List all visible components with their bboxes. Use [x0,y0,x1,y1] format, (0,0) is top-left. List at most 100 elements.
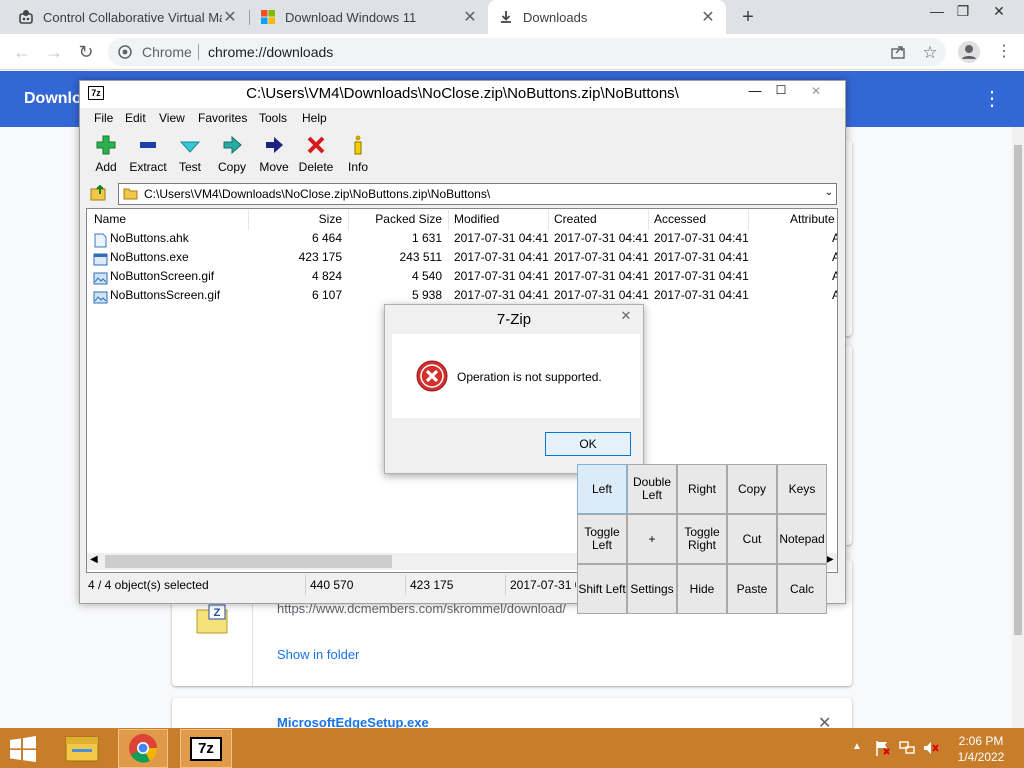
keypad-plus-button[interactable]: + [627,514,677,564]
column-size[interactable]: Size [248,212,342,226]
tab-title: Control Collaborative Virtual Ma [43,9,222,25]
windows-start-icon[interactable] [8,736,38,762]
menu-tools[interactable]: Tools [259,111,287,125]
share-icon[interactable] [890,44,906,60]
omnibox-url[interactable]: chrome://downloads [208,44,333,60]
file-packed-size: 1 631 [411,231,442,245]
sevenzip-maximize-button[interactable]: ☐ [774,83,788,97]
menu-file[interactable]: File [94,111,113,125]
test-button[interactable]: Test [170,134,210,174]
file-created: 2017-07-31 04:41 [554,250,649,264]
menu-edit[interactable]: Edit [125,111,146,125]
info-icon [338,134,378,156]
file-name: NoButtonsScreen.gif [110,288,221,302]
add-button[interactable]: Add [86,134,126,174]
image-file-icon [93,290,108,305]
windows-logo-icon [260,9,276,25]
column-created[interactable]: Created [554,212,597,226]
chevron-down-icon[interactable]: ⌄ [823,187,835,201]
delete-button[interactable]: Delete [296,134,336,174]
profile-avatar-icon[interactable] [958,41,980,63]
address-text: C:\Users\VM4\Downloads\NoClose.zip\NoBut… [144,187,491,201]
column-accessed[interactable]: Accessed [654,212,706,226]
file-created: 2017-07-31 04:41 [554,269,649,283]
folder-icon [123,186,138,200]
menu-view[interactable]: View [159,111,185,125]
file-size: 423 175 [298,250,342,264]
7zip-icon[interactable]: 7z [180,729,232,768]
tab-downloads[interactable]: Downloads ✕ [488,0,726,34]
tab-download-windows[interactable]: Download Windows 11 ✕ [250,0,488,34]
text-file-icon [93,233,108,248]
sevenzip-close-button[interactable]: ✕ [796,82,836,100]
volume-muted-icon[interactable] [922,740,940,756]
keypad-right-button[interactable]: Right [677,464,727,514]
copy-button[interactable]: Copy [212,134,252,174]
svg-text:Z: Z [214,607,221,619]
column-attribute[interactable]: Attribute [790,212,836,226]
keypad-calc-button[interactable]: Calc [777,564,827,614]
file-explorer-icon[interactable] [58,729,106,768]
new-tab-button[interactable]: + [737,6,759,28]
keypad-notepad-button[interactable]: Notepad [777,514,827,564]
tab-control-collaborative[interactable]: Control Collaborative Virtual Ma ✕ [8,0,248,34]
folder-up-icon[interactable] [90,185,108,201]
menu-help[interactable]: Help [302,111,327,125]
chrome-menu-icon[interactable]: ⋮ [996,42,1012,62]
extract-button[interactable]: Extract [128,134,168,174]
chrome-icon[interactable] [118,729,168,768]
table-row[interactable]: NoButtons.exe 423 175 243 511 2017-07-31… [87,250,837,269]
keypad-toggle-right-button[interactable]: Toggle Right [677,514,727,564]
test-label: Test [178,160,201,174]
show-hidden-icons-icon[interactable]: ▲ [852,741,862,752]
keypad-paste-button[interactable]: Paste [727,564,777,614]
action-center-flag-icon[interactable] [874,740,890,756]
horizontal-scrollbar-thumb[interactable] [105,555,392,568]
dialog-close-button[interactable]: ✕ [612,306,640,326]
keypad-double-left-button[interactable]: Double Left [627,464,677,514]
network-icon[interactable] [898,740,916,756]
forward-arrow-icon[interactable]: → [44,42,64,62]
back-arrow-icon[interactable]: ← [12,42,32,62]
scroll-right-icon[interactable]: ▶ [826,554,834,565]
column-name[interactable]: Name [94,212,126,226]
file-attribute: A [832,288,837,302]
window-restore-button[interactable]: ❐ [946,0,980,22]
keypad-settings-button[interactable]: Settings [627,564,677,614]
omnibox-site-label: Chrome [142,44,192,60]
bookmark-star-icon[interactable]: ☆ [921,43,939,62]
clock[interactable]: 2:06 PM 1/4/2022 [946,733,1016,765]
keypad-cut-button[interactable]: Cut [727,514,777,564]
table-row[interactable]: NoButtons.ahk 6 464 1 631 2017-07-31 04:… [87,231,837,250]
exe-file-icon [93,252,108,267]
file-modified: 2017-07-31 04:41 [454,250,549,264]
window-close-button[interactable]: ✕ [982,0,1016,22]
keypad-keys-button[interactable]: Keys [777,464,827,514]
keypad-left-button[interactable]: Left [577,464,627,514]
status-divider [405,575,406,595]
move-label: Move [259,160,289,174]
keypad-copy-button[interactable]: Copy [727,464,777,514]
column-packed-size[interactable]: Packed Size [348,212,442,226]
close-icon[interactable]: ✕ [222,7,238,27]
show-in-folder-link[interactable]: Show in folder [277,647,359,662]
menu-favorites[interactable]: Favorites [198,111,247,125]
dialog-title: 7-Zip [496,311,532,328]
keypad-hide-button[interactable]: Hide [677,564,727,614]
close-icon[interactable]: ✕ [462,7,478,27]
zip-file-icon: Z [196,604,228,634]
move-button[interactable]: Move [254,134,294,174]
keypad-shift-left-button[interactable]: Shift Left [577,564,627,614]
scroll-left-icon[interactable]: ◀ [90,554,98,565]
info-button[interactable]: Info [338,134,378,174]
downloads-menu-icon[interactable]: ⋮ [982,86,1002,112]
file-created: 2017-07-31 04:41 [554,288,649,302]
page-scrollbar-thumb[interactable] [1014,145,1022,635]
reload-icon[interactable]: ↻ [76,42,96,62]
column-modified[interactable]: Modified [454,212,499,226]
ok-button[interactable]: OK [545,432,631,456]
keypad-toggle-left-button[interactable]: Toggle Left [577,514,627,564]
close-icon[interactable]: ✕ [700,7,716,27]
table-row[interactable]: NoButtonScreen.gif 4 824 4 540 2017-07-3… [87,269,837,288]
sevenzip-minimize-button[interactable]: — [748,83,762,98]
